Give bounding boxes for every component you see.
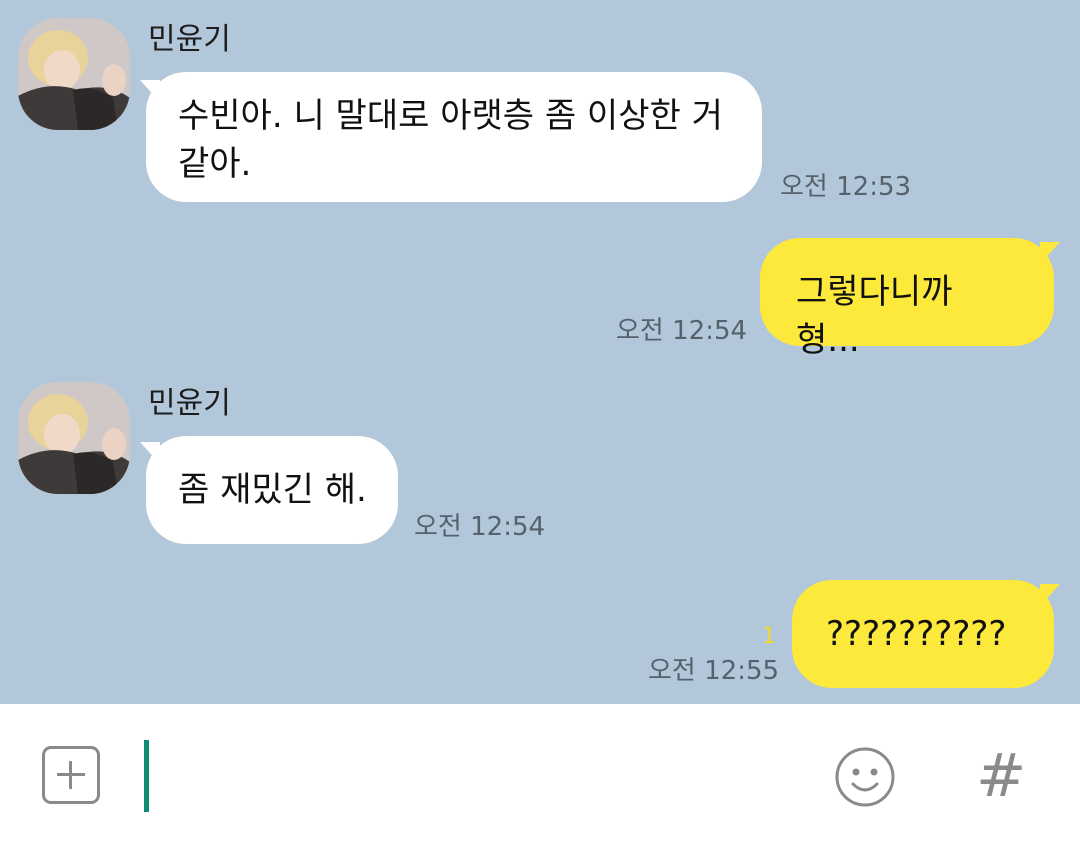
sender-avatar[interactable]: [18, 382, 130, 494]
message-text: 좀 재밌긴 해.: [178, 470, 367, 510]
bubble-tail: [1040, 584, 1060, 606]
sender-name: 민윤기: [148, 22, 231, 57]
avatar-image: [18, 18, 130, 130]
sender-name: 민윤기: [148, 386, 231, 421]
incoming-message-bubble[interactable]: 좀 재밌긴 해.: [146, 436, 398, 544]
bubble-tail: [1040, 242, 1060, 264]
hash-button[interactable]: #: [976, 744, 1026, 808]
message-time: 오전 12:53: [780, 172, 912, 202]
outgoing-message-bubble[interactable]: 그렇다니까 형...: [760, 238, 1054, 360]
message-time: 오전 12:55: [648, 656, 780, 686]
message-line: 같아.: [178, 144, 252, 184]
avatar-image: [18, 382, 130, 494]
plus-square-icon[interactable]: [42, 746, 100, 804]
message-time: 오전 12:54: [414, 512, 546, 542]
incoming-message-bubble[interactable]: 수빈아. 니 말대로 아랫층 좀 이상한 거 같아.: [146, 72, 762, 202]
message-input-bar: #: [0, 704, 1080, 848]
text-input-caret[interactable]: [144, 740, 149, 812]
unread-count-badge: 1: [762, 624, 776, 649]
smiley-face-icon[interactable]: [834, 746, 896, 808]
sender-avatar[interactable]: [18, 18, 130, 130]
message-text: 그렇다니까 형...: [796, 272, 953, 360]
message-time: 오전 12:54: [616, 316, 748, 346]
message-line: 수빈아. 니 말대로 아랫층 좀 이상한 거: [178, 96, 723, 136]
message-text: ??????????: [826, 614, 1007, 654]
outgoing-message-bubble[interactable]: ??????????: [792, 580, 1054, 688]
chat-area: 민윤기 수빈아. 니 말대로 아랫층 좀 이상한 거 같아. 오전 12:53 …: [0, 0, 1080, 704]
